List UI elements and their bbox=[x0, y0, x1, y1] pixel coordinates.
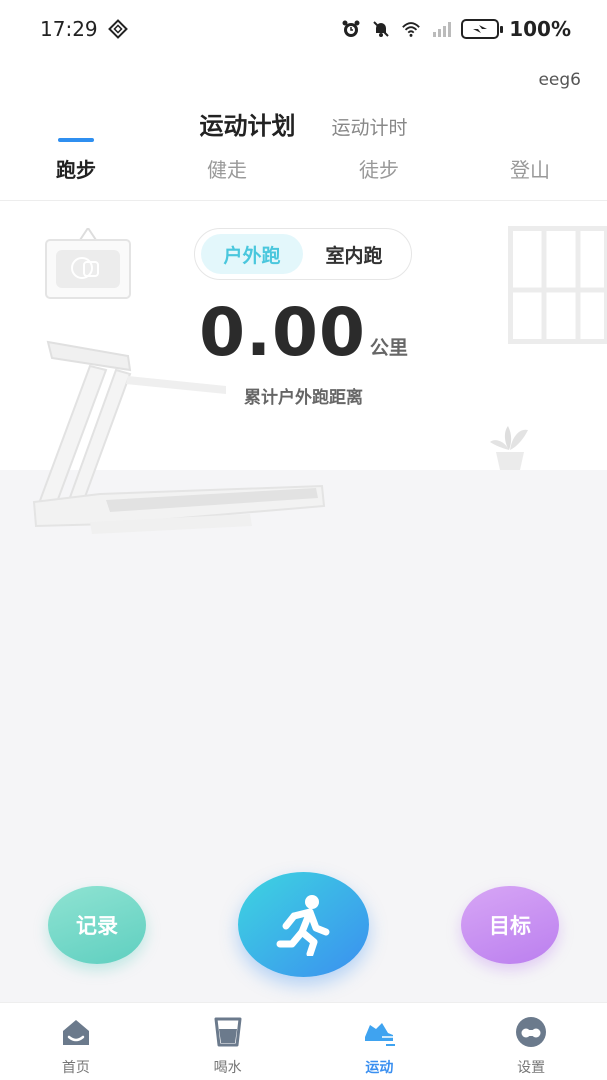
sport-tabs: 跑步 健走 徒步 登山 bbox=[0, 154, 607, 200]
home-icon bbox=[62, 1020, 89, 1045]
nav-home[interactable]: 首页 bbox=[0, 1003, 152, 1080]
nav-water-label: 喝水 bbox=[213, 1060, 242, 1076]
alarm-icon bbox=[342, 20, 360, 37]
records-button-label: 记录 bbox=[76, 914, 118, 938]
running-person-icon bbox=[276, 894, 329, 956]
nav-sport-label: 运动 bbox=[365, 1060, 394, 1076]
tab-hiking[interactable]: 徒步 bbox=[329, 154, 429, 183]
settings-face-icon bbox=[516, 1017, 547, 1047]
vpn-icon bbox=[107, 19, 128, 39]
records-button[interactable]: 记录 bbox=[48, 886, 146, 964]
nav-home-label: 首页 bbox=[61, 1060, 90, 1076]
tab-exercise-timer[interactable]: 运动计时 bbox=[331, 113, 407, 140]
tab-exercise-plan[interactable]: 运动计划 bbox=[199, 106, 295, 141]
water-cup-icon bbox=[214, 1017, 242, 1047]
run-mode-toggle: 户外跑 室内跑 bbox=[194, 228, 412, 280]
nav-sport[interactable]: 运动 bbox=[304, 1003, 456, 1080]
battery-charging-icon bbox=[461, 19, 504, 39]
nav-water[interactable]: 喝水 bbox=[152, 1003, 304, 1080]
bottom-nav: 首页 喝水 运动 设置 bbox=[0, 1002, 607, 1080]
battery-percent: 100% bbox=[509, 17, 571, 41]
wifi-icon bbox=[402, 22, 421, 37]
status-bar: 17:29 100% bbox=[0, 0, 607, 58]
status-time: 17:29 bbox=[40, 17, 98, 41]
distance-value: 0.00 bbox=[199, 294, 366, 371]
indoor-run-option[interactable]: 室内跑 bbox=[303, 234, 405, 274]
active-tab-indicator bbox=[58, 138, 94, 142]
tv-illustration-icon bbox=[45, 228, 131, 299]
goal-button[interactable]: 目标 bbox=[461, 886, 559, 964]
distance-display: 0.00 公里 bbox=[0, 300, 607, 366]
tab-running[interactable]: 跑步 bbox=[26, 154, 126, 183]
nav-settings-label: 设置 bbox=[517, 1060, 546, 1076]
plant-illustration-icon bbox=[490, 426, 528, 470]
top-tabs: 运动计划 运动计时 bbox=[0, 106, 607, 141]
goal-button-label: 目标 bbox=[489, 914, 531, 938]
outdoor-run-option[interactable]: 户外跑 bbox=[201, 234, 303, 274]
sneaker-icon bbox=[365, 1023, 396, 1046]
nav-settings[interactable]: 设置 bbox=[455, 1003, 607, 1080]
start-run-button[interactable] bbox=[238, 872, 369, 977]
page-header: eeg6 运动计划 运动计时 跑步 健走 徒步 登山 bbox=[0, 58, 607, 200]
distance-unit: 公里 bbox=[369, 337, 408, 359]
tab-walking[interactable]: 健走 bbox=[177, 154, 277, 183]
user-id: eeg6 bbox=[538, 70, 581, 90]
signal-icon bbox=[433, 22, 452, 37]
tab-climbing[interactable]: 登山 bbox=[480, 154, 580, 183]
mute-icon bbox=[373, 21, 389, 37]
distance-label: 累计户外跑距离 bbox=[244, 388, 363, 408]
